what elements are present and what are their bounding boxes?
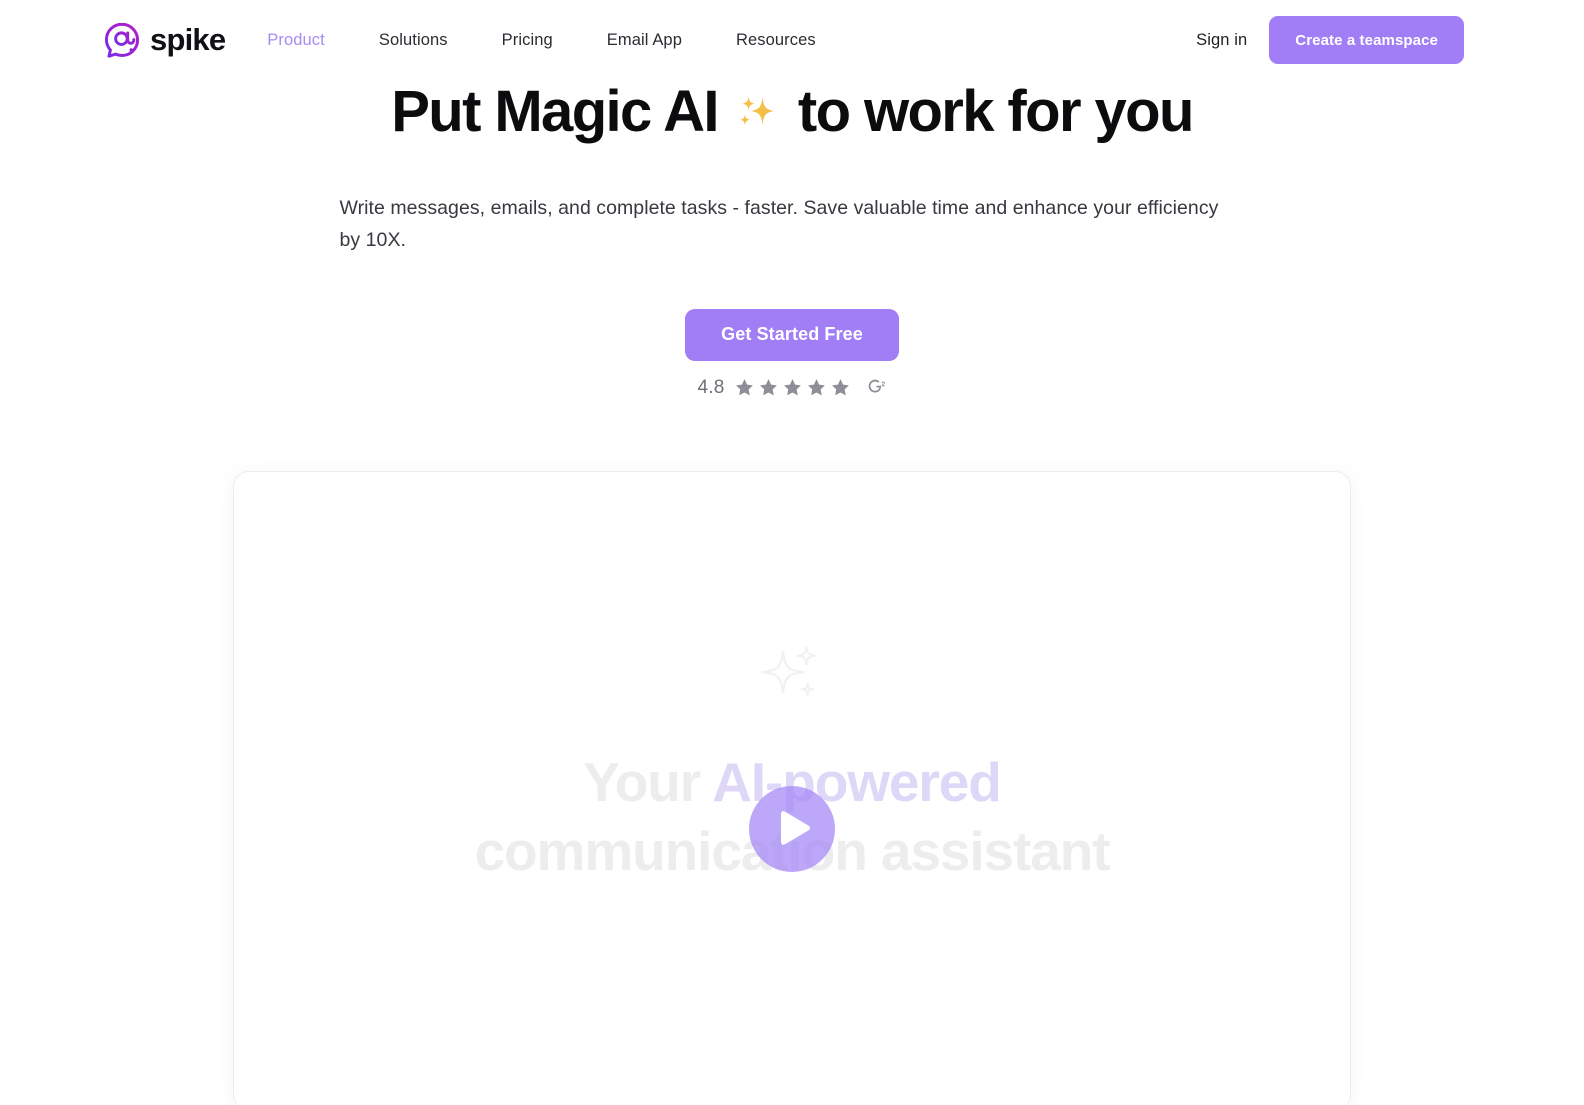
header-actions: Sign in Create a teamspace — [1196, 16, 1464, 64]
sign-in-link[interactable]: Sign in — [1196, 31, 1247, 50]
rating-score: 4.8 — [697, 376, 725, 398]
g2-logo-icon — [860, 377, 887, 399]
sparkle-outline-icon — [755, 640, 829, 714]
create-teamspace-button[interactable]: Create a teamspace — [1269, 16, 1464, 64]
star-icon — [758, 377, 779, 398]
rating-badge: 4.8 — [0, 377, 1584, 399]
star-icon — [782, 377, 803, 398]
nav-item-email-app[interactable]: Email App — [607, 23, 682, 58]
placeholder-headline-plain: Your — [583, 750, 713, 813]
hero-video-card: Your AI-powered communication assistant — [233, 470, 1351, 1105]
nav-item-product[interactable]: Product — [267, 23, 325, 58]
star-icon — [806, 377, 827, 398]
star-icon — [830, 377, 851, 398]
nav-item-pricing[interactable]: Pricing — [502, 23, 553, 58]
star-icon — [734, 377, 755, 398]
brand-logo[interactable]: spike — [103, 21, 226, 59]
hero-subtitle: Write messages, emails, and complete tas… — [339, 196, 1219, 251]
play-video-button[interactable] — [749, 785, 835, 872]
hero-cta-wrap: Get Started Free — [0, 257, 1584, 361]
play-icon — [772, 810, 812, 848]
sparkles-emoji — [732, 89, 782, 139]
hero-section: Put Magic AI to work for you Write messa… — [0, 79, 1584, 1105]
brand-name: spike — [150, 21, 226, 57]
spike-at-bubble-icon — [103, 21, 141, 59]
page-title-part-1: Put Magic AI — [391, 79, 719, 144]
nav-item-solutions[interactable]: Solutions — [379, 23, 448, 58]
main-navigation: Product Solutions Pricing Email App Reso… — [267, 23, 815, 58]
page-title-part-2: to work for you — [797, 79, 1194, 144]
get-started-free-button[interactable]: Get Started Free — [685, 308, 899, 361]
placeholder-headline-accent: AI-powered — [712, 750, 1002, 813]
nav-item-resources[interactable]: Resources — [736, 23, 816, 58]
page-title: Put Magic AI to work for you — [0, 79, 1584, 145]
rating-stars — [734, 377, 851, 398]
site-header: spike Product Solutions Pricing Email Ap… — [0, 0, 1584, 80]
